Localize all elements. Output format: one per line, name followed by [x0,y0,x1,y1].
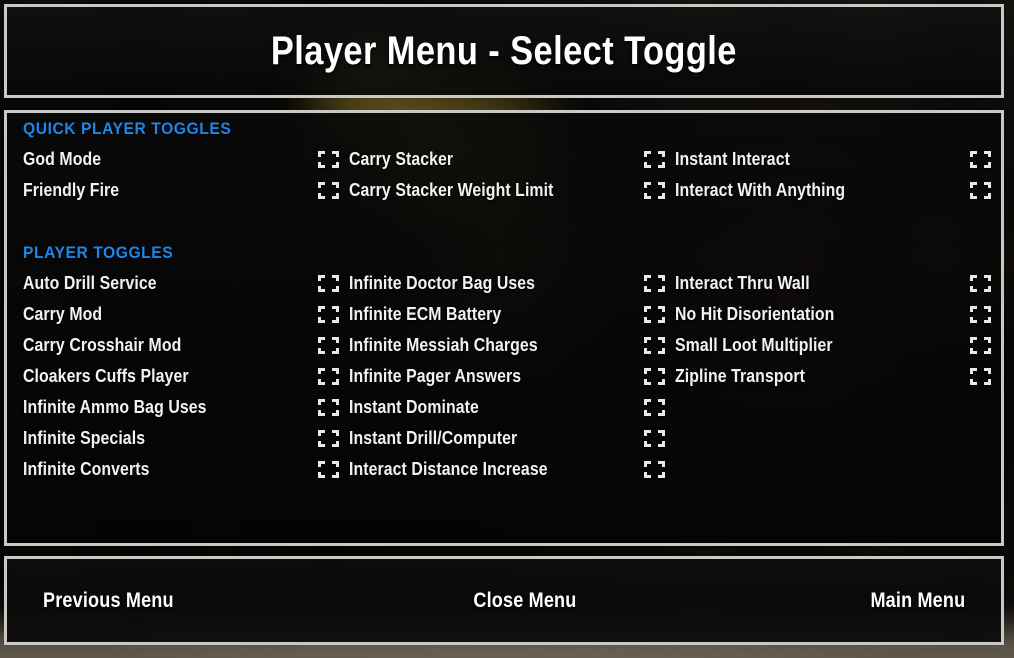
toggle-label: Infinite Messiah Charges [349,335,538,355]
toggle-checkbox-icon[interactable] [644,337,665,354]
toggle-row[interactable]: God Mode [23,144,341,175]
toggle-label: Infinite Doctor Bag Uses [349,273,536,293]
toggle-checkbox-icon[interactable] [970,275,991,292]
toggle-row[interactable]: Infinite Specials [23,423,341,454]
toggle-row[interactable]: Zipline Transport [675,361,993,392]
toggle-checkbox-icon[interactable] [318,461,339,478]
toggle-checkbox-icon[interactable] [644,368,665,385]
footer-nav-bar: Previous Menu Close Menu Main Menu [7,559,1001,642]
page-title: Player Menu - Select Toggle [271,28,737,73]
toggle-label: Auto Drill Service [23,273,157,293]
toggle-label: Infinite Converts [23,459,150,479]
section-header-spacer [349,237,642,268]
toggle-row[interactable]: Small Loot Multiplier [675,330,993,361]
toggle-checkbox-icon[interactable] [970,368,991,385]
footer-nav-panel: Previous Menu Close Menu Main Menu [4,556,1004,645]
toggle-checkbox-icon[interactable] [970,337,991,354]
toggle-label: Carry Crosshair Mod [23,335,182,355]
toggle-checkbox-icon[interactable] [318,306,339,323]
toggle-row[interactable]: Auto Drill Service [23,268,341,299]
toggle-checkbox-icon[interactable] [644,306,665,323]
toggle-row[interactable]: Instant Drill/Computer [349,423,667,454]
toggle-row[interactable]: Interact Thru Wall [675,268,993,299]
toggle-label: Interact Thru Wall [675,273,810,293]
toggle-checkbox-icon[interactable] [644,399,665,416]
toggle-row[interactable]: Carry Stacker Weight Limit [349,175,667,206]
toggle-label: Cloakers Cuffs Player [23,366,189,386]
toggle-label: Friendly Fire [23,180,120,200]
toggle-label: Small Loot Multiplier [675,335,833,355]
toggle-row[interactable]: Friendly Fire [23,175,341,206]
toggle-label: Infinite Ammo Bag Uses [23,397,207,417]
toggle-checkbox-icon[interactable] [318,182,339,199]
toggle-checkbox-icon[interactable] [970,151,991,168]
title-panel: Player Menu - Select Toggle [4,4,1004,98]
toggle-row[interactable]: Instant Interact [675,144,993,175]
toggle-row[interactable]: Cloakers Cuffs Player [23,361,341,392]
toggle-checkbox-icon[interactable] [318,337,339,354]
section-header-spacer [675,237,968,268]
toggle-row[interactable]: Infinite ECM Battery [349,299,667,330]
toggle-row[interactable]: Carry Crosshair Mod [23,330,341,361]
toggle-checkbox-icon[interactable] [318,275,339,292]
toggle-checkbox-icon[interactable] [644,275,665,292]
toggle-label: Carry Stacker Weight Limit [349,180,554,200]
toggle-row[interactable]: Interact Distance Increase [349,454,667,485]
section-header-quick-player-toggles: QUICK PLAYER TOGGLES [23,119,232,138]
previous-menu-button[interactable]: Previous Menu [43,589,174,613]
toggle-checkbox-icon[interactable] [318,151,339,168]
toggle-label: God Mode [23,149,102,169]
toggle-label: Carry Stacker [349,149,454,169]
toggle-checkbox-icon[interactable] [644,461,665,478]
toggle-label: Infinite Pager Answers [349,366,522,386]
toggle-row[interactable]: Infinite Ammo Bag Uses [23,392,341,423]
toggle-checkbox-icon[interactable] [318,399,339,416]
toggle-row[interactable]: Carry Mod [23,299,341,330]
toggle-checkbox-icon[interactable] [318,368,339,385]
toggle-list-panel: QUICK PLAYER TOGGLES God Mode Friendly Fir… [4,110,1004,546]
toggle-row[interactable]: Infinite Converts [23,454,341,485]
toggle-label: Interact Distance Increase [349,459,548,479]
toggle-label: Interact With Anything [675,180,846,200]
toggle-label: No Hit Disorientation [675,304,835,324]
main-menu-button[interactable]: Main Menu [870,589,965,613]
toggle-checkbox-icon[interactable] [644,430,665,447]
toggle-checkbox-icon[interactable] [318,430,339,447]
toggle-row[interactable]: Infinite Pager Answers [349,361,667,392]
toggle-label: Infinite ECM Battery [349,304,502,324]
toggle-checkbox-icon[interactable] [970,182,991,199]
toggle-row[interactable]: Instant Dominate [349,392,667,423]
toggle-label: Instant Interact [675,149,790,169]
close-menu-button[interactable]: Close Menu [473,589,576,613]
toggle-row[interactable]: No Hit Disorientation [675,299,993,330]
section-header-player-toggles: PLAYER TOGGLES [23,243,174,262]
toggle-row[interactable]: Infinite Messiah Charges [349,330,667,361]
toggle-checkbox-icon[interactable] [644,151,665,168]
toggle-row[interactable]: Interact With Anything [675,175,993,206]
toggle-row[interactable]: Infinite Doctor Bag Uses [349,268,667,299]
toggle-label: Infinite Specials [23,428,146,448]
toggle-label: Zipline Transport [675,366,805,386]
toggle-column-1: QUICK PLAYER TOGGLES God Mode Friendly Fir… [23,113,341,485]
toggle-row[interactable]: Carry Stacker [349,144,667,175]
toggle-column-3: Instant Interact Interact With Anything In… [675,113,993,392]
toggle-checkbox-icon[interactable] [644,182,665,199]
section-header-spacer [675,113,968,144]
section-header-spacer [349,113,642,144]
toggle-column-2: Carry Stacker Carry Stacker Weight Limit I… [349,113,667,485]
toggle-checkbox-icon[interactable] [970,306,991,323]
toggle-label: Instant Drill/Computer [349,428,518,448]
game-mod-menu-screen: Player Menu - Select Toggle QUICK PLAYER… [0,0,1014,658]
toggle-label: Instant Dominate [349,397,479,417]
toggle-label: Carry Mod [23,304,103,324]
